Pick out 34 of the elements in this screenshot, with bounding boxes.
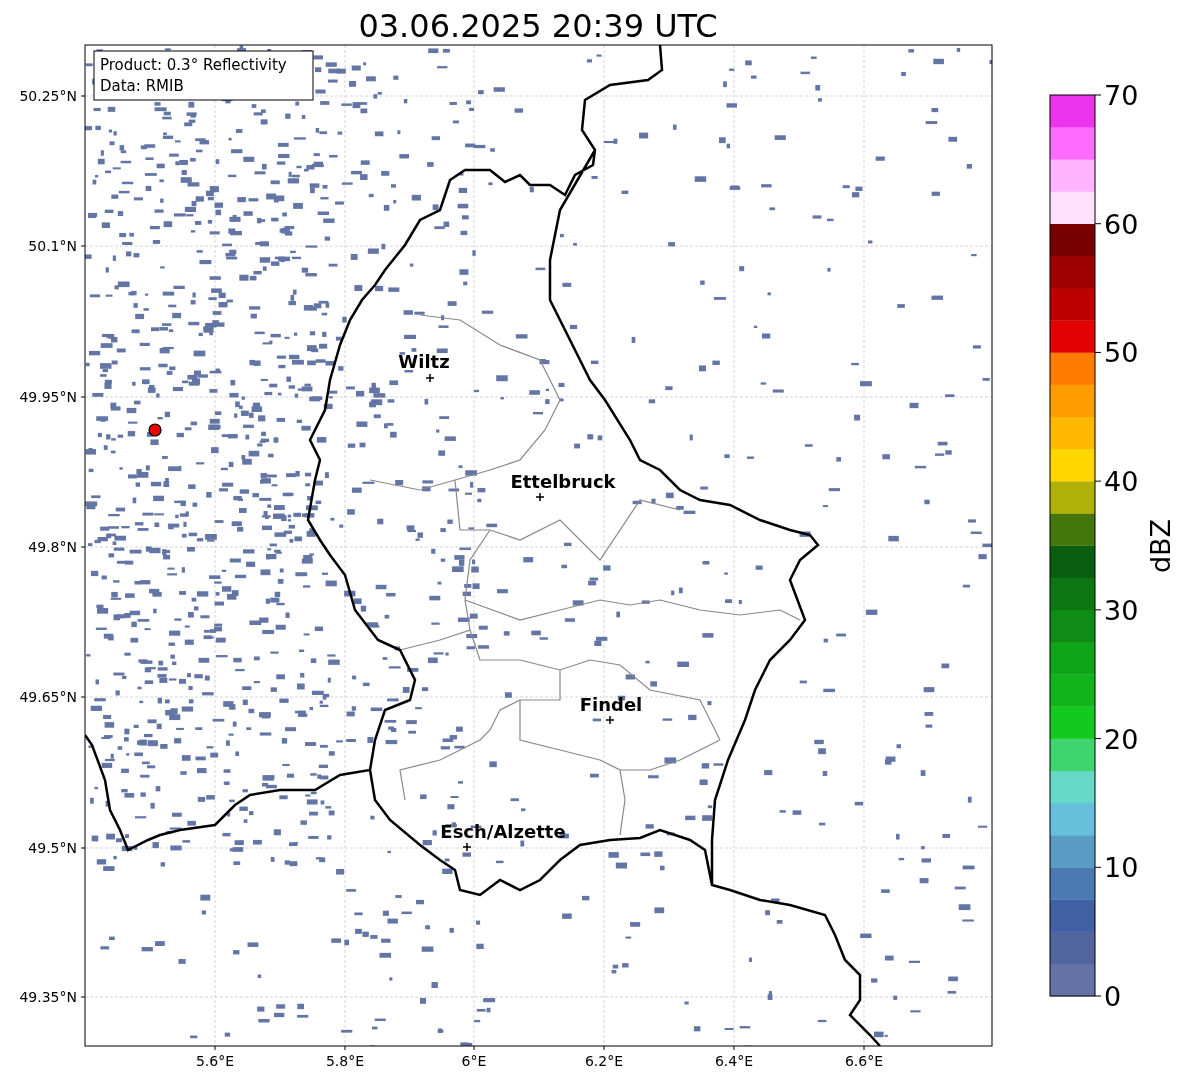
axis-tick-label: 49.35°N xyxy=(19,989,77,1005)
city-label: Esch/Alzette xyxy=(440,821,566,842)
colorbar-tick-label: 60 xyxy=(1104,208,1139,240)
radar-site-marker xyxy=(148,423,162,437)
colorbar-tick-label: 50 xyxy=(1104,337,1139,369)
axis-tick-label: 50.25°N xyxy=(19,88,77,104)
chart-title: 03.06.2025 20:39 UTC xyxy=(358,7,718,45)
axis-tick-label: 5.8°E xyxy=(325,1053,365,1069)
info-text: Product: 0.3° Reflectivity xyxy=(100,56,287,74)
info-text: Data: RMIB xyxy=(100,77,184,95)
colorbar-tick-label: 70 xyxy=(1104,80,1139,111)
axis-tick-label: 49.95°N xyxy=(19,389,77,405)
city-label: Wiltz xyxy=(398,351,450,372)
city-marker-icon xyxy=(425,373,435,383)
colorbar-tick-label: 20 xyxy=(1104,723,1139,755)
axis-tick-label: 6.4°E xyxy=(714,1053,754,1069)
axis-tick-label: 49.65°N xyxy=(19,689,77,705)
city-marker-icon xyxy=(605,715,615,725)
city-label: Findel xyxy=(579,694,643,715)
colorbar-label: dBZ xyxy=(1145,518,1176,574)
axis-tick-label: 5.6°E xyxy=(195,1053,235,1069)
axis-tick-label: 50.1°N xyxy=(28,238,77,254)
axis-tick-label: 6°E xyxy=(461,1053,487,1069)
colorbar-tick-label: 0 xyxy=(1104,981,1122,1012)
axis-tick-label: 6.6°E xyxy=(844,1053,884,1069)
colorbar-tick-label: 40 xyxy=(1104,466,1139,498)
city-label: Ettelbruck xyxy=(510,471,616,492)
colorbar-tick-label: 10 xyxy=(1104,852,1139,884)
colorbar-tick-label: 30 xyxy=(1104,594,1139,626)
axis-tick-label: 49.5°N xyxy=(28,840,77,856)
axis-tick-label: 6.2°E xyxy=(584,1053,624,1069)
city-marker-icon xyxy=(462,842,472,852)
axis-tick-label: 49.8°N xyxy=(28,539,77,555)
city-marker-icon xyxy=(535,492,545,502)
